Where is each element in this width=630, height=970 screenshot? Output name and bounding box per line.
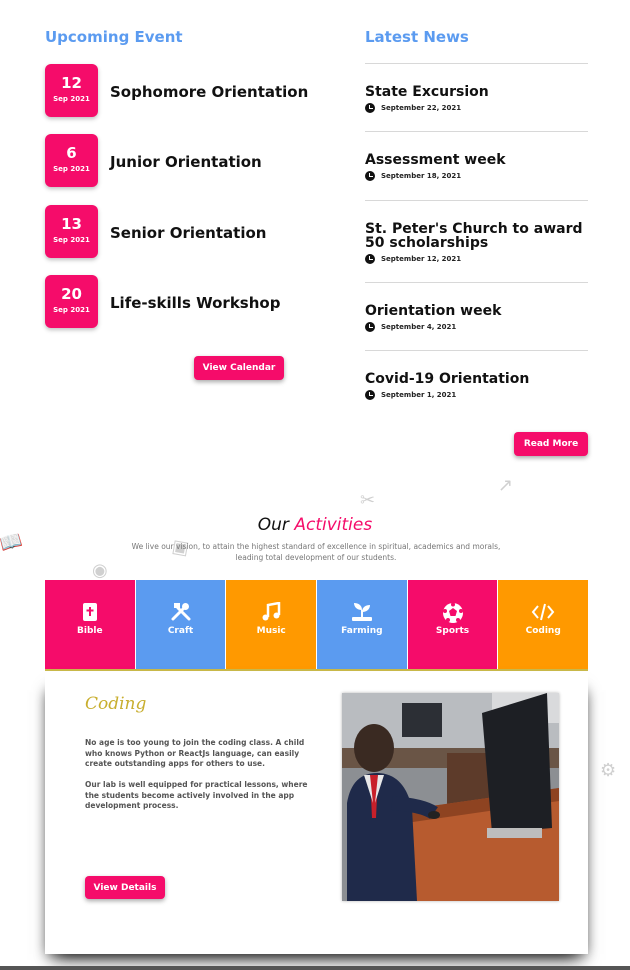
clock-icon xyxy=(365,171,375,181)
seedling-icon xyxy=(351,603,372,621)
clock-icon xyxy=(365,103,375,113)
tile-music[interactable]: Music xyxy=(225,580,317,669)
activities-heading-accent: Activities xyxy=(294,515,373,535)
event-date-badge: 6 Sep 2021 xyxy=(45,134,98,187)
event-title[interactable]: Junior Orientation xyxy=(110,153,262,171)
bible-icon xyxy=(82,603,97,621)
tile-label: Bible xyxy=(77,626,103,636)
event-date-badge: 13 Sep 2021 xyxy=(45,205,98,258)
event-day: 20 xyxy=(61,285,82,303)
news-title[interactable]: Covid-19 Orientation xyxy=(365,372,588,386)
news-title[interactable]: St. Peter's Church to award 50 scholarsh… xyxy=(365,222,588,250)
coding-class-photo xyxy=(342,693,559,901)
activity-detail-paragraph: Our lab is well equipped for practical l… xyxy=(85,780,308,810)
read-more-button[interactable]: Read More xyxy=(514,432,588,456)
event-day: 12 xyxy=(61,74,82,92)
event-title[interactable]: Life-skills Workshop xyxy=(110,294,280,312)
arrow-doodle-icon: ↗ xyxy=(498,475,514,496)
news-date: September 12, 2021 xyxy=(365,254,588,264)
tile-label: Music xyxy=(256,626,286,636)
soccer-ball-icon xyxy=(442,602,463,623)
event-item[interactable]: 6 Sep 2021 Junior Orientation xyxy=(45,134,315,188)
tile-sports[interactable]: Sports xyxy=(406,580,498,669)
event-day: 13 xyxy=(61,215,82,233)
activities-heading-our: Our xyxy=(257,515,289,535)
upcoming-event-heading: Upcoming Event xyxy=(45,28,183,46)
news-title[interactable]: Orientation week xyxy=(365,304,588,318)
news-title[interactable]: State Excursion xyxy=(365,85,588,99)
event-title[interactable]: Sophomore Orientation xyxy=(110,83,308,101)
news-date: September 4, 2021 xyxy=(365,322,588,332)
music-note-icon xyxy=(262,602,281,621)
event-month: Sep 2021 xyxy=(53,236,90,244)
view-calendar-button[interactable]: View Calendar xyxy=(194,356,284,380)
news-date: September 22, 2021 xyxy=(365,103,588,113)
tile-label: Coding xyxy=(525,626,561,636)
tile-label: Sports xyxy=(435,626,470,636)
activity-tiles: Bible Craft Music Farming Sports Coding xyxy=(45,580,589,671)
news-date: September 1, 2021 xyxy=(365,390,588,400)
code-icon xyxy=(531,603,555,621)
news-date-text: September 18, 2021 xyxy=(381,172,462,180)
event-day: 6 xyxy=(66,144,77,162)
activity-detail-paragraph: No age is too young to join the coding c… xyxy=(85,738,305,768)
news-date-text: September 12, 2021 xyxy=(381,255,462,263)
news-list: State Excursion September 22, 2021 Asses… xyxy=(365,63,588,410)
latest-news-heading: Latest News xyxy=(365,28,469,46)
event-month: Sep 2021 xyxy=(53,306,90,314)
tile-craft[interactable]: Craft xyxy=(134,580,226,669)
activity-detail-title: Coding xyxy=(85,694,147,714)
event-item[interactable]: 20 Sep 2021 Life-skills Workshop xyxy=(45,275,315,329)
news-date-text: September 1, 2021 xyxy=(381,391,457,399)
event-month: Sep 2021 xyxy=(53,95,90,103)
tile-bible[interactable]: Bible xyxy=(45,580,135,669)
tools-doodle-icon: ✂ xyxy=(360,490,376,511)
event-title[interactable]: Senior Orientation xyxy=(110,224,266,242)
news-item[interactable]: St. Peter's Church to award 50 scholarsh… xyxy=(365,200,588,282)
student-at-computer-image xyxy=(342,693,559,901)
tile-farming[interactable]: Farming xyxy=(316,580,407,669)
palette-doodle-icon: ◉ xyxy=(92,560,108,581)
news-date-text: September 22, 2021 xyxy=(381,104,462,112)
news-item[interactable]: Covid-19 Orientation September 1, 2021 xyxy=(365,350,588,410)
tile-coding[interactable]: Coding xyxy=(497,580,589,669)
bottom-divider xyxy=(0,966,630,970)
clock-icon xyxy=(365,322,375,332)
news-item[interactable]: State Excursion September 22, 2021 xyxy=(365,63,588,131)
news-item[interactable]: Assessment week September 18, 2021 xyxy=(365,131,588,200)
news-date-text: September 4, 2021 xyxy=(381,323,457,331)
event-date-badge: 20 Sep 2021 xyxy=(45,275,98,328)
tools-doodle-icon: ⚙ xyxy=(600,760,617,781)
activities-description: We live our vision, to attain the highes… xyxy=(131,542,501,562)
tile-label: Craft xyxy=(167,626,194,636)
event-item[interactable]: 12 Sep 2021 Sophomore Orientation xyxy=(45,64,315,118)
news-item[interactable]: Orientation week September 4, 2021 xyxy=(365,282,588,350)
activity-detail-card: Coding No age is too young to join the c… xyxy=(45,672,588,954)
event-date-badge: 12 Sep 2021 xyxy=(45,64,98,117)
event-month: Sep 2021 xyxy=(53,165,90,173)
tile-label: Farming xyxy=(341,626,383,636)
news-title[interactable]: Assessment week xyxy=(365,153,588,167)
view-details-button[interactable]: View Details xyxy=(85,876,165,899)
news-date: September 18, 2021 xyxy=(365,171,588,181)
tools-icon xyxy=(171,603,190,621)
clock-icon xyxy=(365,390,375,400)
activities-heading: Our Activities xyxy=(0,515,630,535)
clock-icon xyxy=(365,254,375,264)
event-item[interactable]: 13 Sep 2021 Senior Orientation xyxy=(45,205,315,259)
